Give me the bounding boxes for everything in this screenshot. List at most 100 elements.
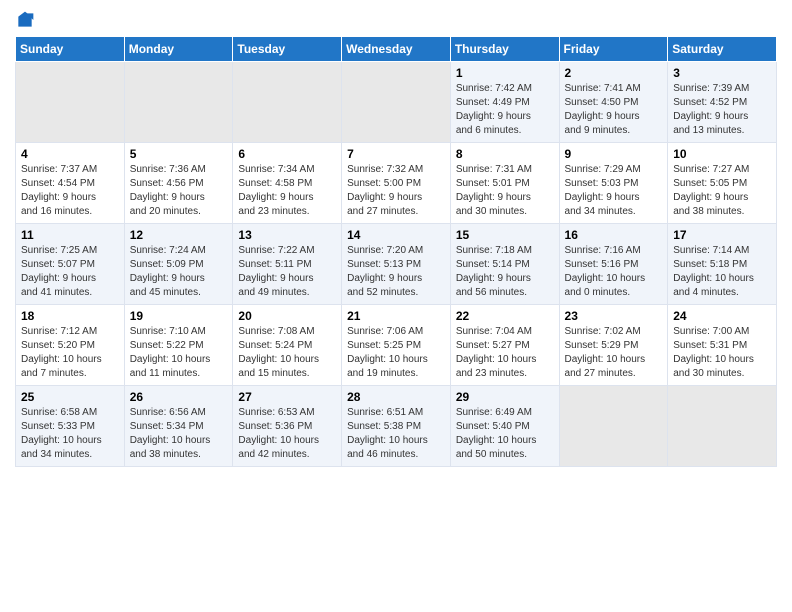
header-day-wednesday: Wednesday [342,37,451,62]
day-number: 23 [565,309,663,323]
day-number: 9 [565,147,663,161]
calendar-cell: 14 Sunrise: 7:20 AM Sunset: 5:13 PM Dayli… [342,224,451,305]
calendar-cell: 5 Sunrise: 7:36 AM Sunset: 4:56 PM Daylig… [124,143,233,224]
calendar-week-row: 4 Sunrise: 7:37 AM Sunset: 4:54 PM Daylig… [16,143,777,224]
day-number: 3 [673,66,771,80]
day-info: Sunrise: 7:32 AM Sunset: 5:00 PM Dayligh… [347,163,445,219]
day-info: Sunrise: 7:36 AM Sunset: 4:56 PM Dayligh… [130,163,228,219]
calendar-cell [233,62,342,143]
calendar-cell: 27Sunrise: 6:53 AM Sunset: 5:36 PM Dayli… [233,386,342,467]
day-info: Sunrise: 7:31 AM Sunset: 5:01 PM Dayligh… [456,163,554,219]
day-info: Sunrise: 6:58 AM Sunset: 5:33 PM Dayligh… [21,406,119,462]
day-info: Sunrise: 7:37 AM Sunset: 4:54 PM Dayligh… [21,163,119,219]
day-number: 16 [565,228,663,242]
calendar-cell: 13Sunrise: 7:22 AM Sunset: 5:11 PM Dayli… [233,224,342,305]
calendar-cell: 28Sunrise: 6:51 AM Sunset: 5:38 PM Dayli… [342,386,451,467]
calendar-cell: 12 Sunrise: 7:24 AM Sunset: 5:09 PM Dayli… [124,224,233,305]
day-info: Sunrise: 7:20 AM Sunset: 5:13 PM Dayligh… [347,244,445,300]
calendar-cell [668,386,777,467]
day-number: 25 [21,390,119,404]
calendar-cell: 23 Sunrise: 7:02 AM Sunset: 5:29 PM Dayli… [559,305,668,386]
day-info: Sunrise: 7:00 AM Sunset: 5:31 PM Dayligh… [673,325,771,381]
calendar-cell: 11 Sunrise: 7:25 AM Sunset: 5:07 PM Dayli… [16,224,125,305]
logo-icon [15,10,35,30]
calendar-cell: 3 Sunrise: 7:39 AM Sunset: 4:52 PM Daylig… [668,62,777,143]
calendar-week-row: 1 Sunrise: 7:42 AM Sunset: 4:49 PM Daylig… [16,62,777,143]
day-number: 6 [238,147,336,161]
calendar-cell: 10 Sunrise: 7:27 AM Sunset: 5:05 PM Dayli… [668,143,777,224]
calendar-cell: 8Sunrise: 7:31 AM Sunset: 5:01 PM Daylig… [450,143,559,224]
day-number: 18 [21,309,119,323]
day-number: 15 [456,228,554,242]
day-number: 2 [565,66,663,80]
calendar-cell [16,62,125,143]
calendar-cell: 4 Sunrise: 7:37 AM Sunset: 4:54 PM Daylig… [16,143,125,224]
day-info: Sunrise: 6:56 AM Sunset: 5:34 PM Dayligh… [130,406,228,462]
calendar-cell: 17 Sunrise: 7:14 AM Sunset: 5:18 PM Dayli… [668,224,777,305]
day-info: Sunrise: 7:29 AM Sunset: 5:03 PM Dayligh… [565,163,663,219]
logo [15,10,39,30]
calendar-cell: 18 Sunrise: 7:12 AM Sunset: 5:20 PM Dayli… [16,305,125,386]
calendar-cell: 6 Sunrise: 7:34 AM Sunset: 4:58 PM Daylig… [233,143,342,224]
header-day-sunday: Sunday [16,37,125,62]
day-info: Sunrise: 7:27 AM Sunset: 5:05 PM Dayligh… [673,163,771,219]
day-info: Sunrise: 7:25 AM Sunset: 5:07 PM Dayligh… [21,244,119,300]
day-number: 24 [673,309,771,323]
day-info: Sunrise: 6:49 AM Sunset: 5:40 PM Dayligh… [456,406,554,462]
calendar-table: SundayMondayTuesdayWednesdayThursdayFrid… [15,36,777,467]
calendar-week-row: 25 Sunrise: 6:58 AM Sunset: 5:33 PM Dayli… [16,386,777,467]
calendar-cell: 2 Sunrise: 7:41 AM Sunset: 4:50 PM Daylig… [559,62,668,143]
day-info: Sunrise: 7:24 AM Sunset: 5:09 PM Dayligh… [130,244,228,300]
day-info: Sunrise: 7:41 AM Sunset: 4:50 PM Dayligh… [565,82,663,138]
day-number: 11 [21,228,119,242]
calendar-cell: 24 Sunrise: 7:00 AM Sunset: 5:31 PM Dayli… [668,305,777,386]
calendar-cell: 20Sunrise: 7:08 AM Sunset: 5:24 PM Dayli… [233,305,342,386]
calendar-cell: 29 Sunrise: 6:49 AM Sunset: 5:40 PM Dayli… [450,386,559,467]
day-info: Sunrise: 7:02 AM Sunset: 5:29 PM Dayligh… [565,325,663,381]
calendar-cell: 22 Sunrise: 7:04 AM Sunset: 5:27 PM Dayli… [450,305,559,386]
calendar-week-row: 11 Sunrise: 7:25 AM Sunset: 5:07 PM Dayli… [16,224,777,305]
calendar-cell: 19 Sunrise: 7:10 AM Sunset: 5:22 PM Dayli… [124,305,233,386]
day-number: 22 [456,309,554,323]
day-number: 12 [130,228,228,242]
day-number: 28 [347,390,445,404]
calendar-cell [342,62,451,143]
day-info: Sunrise: 7:39 AM Sunset: 4:52 PM Dayligh… [673,82,771,138]
day-number: 29 [456,390,554,404]
header-day-tuesday: Tuesday [233,37,342,62]
calendar-cell: 25 Sunrise: 6:58 AM Sunset: 5:33 PM Dayli… [16,386,125,467]
day-number: 19 [130,309,228,323]
day-info: Sunrise: 7:18 AM Sunset: 5:14 PM Dayligh… [456,244,554,300]
calendar-cell [124,62,233,143]
day-info: Sunrise: 7:14 AM Sunset: 5:18 PM Dayligh… [673,244,771,300]
day-number: 17 [673,228,771,242]
header-day-monday: Monday [124,37,233,62]
day-info: Sunrise: 7:10 AM Sunset: 5:22 PM Dayligh… [130,325,228,381]
calendar-cell: 1 Sunrise: 7:42 AM Sunset: 4:49 PM Daylig… [450,62,559,143]
header-day-friday: Friday [559,37,668,62]
header-day-thursday: Thursday [450,37,559,62]
day-number: 27 [238,390,336,404]
calendar-week-row: 18 Sunrise: 7:12 AM Sunset: 5:20 PM Dayli… [16,305,777,386]
calendar-header-row: SundayMondayTuesdayWednesdayThursdayFrid… [16,37,777,62]
day-info: Sunrise: 7:12 AM Sunset: 5:20 PM Dayligh… [21,325,119,381]
day-number: 4 [21,147,119,161]
day-number: 1 [456,66,554,80]
day-info: Sunrise: 7:42 AM Sunset: 4:49 PM Dayligh… [456,82,554,138]
calendar-cell: 7 Sunrise: 7:32 AM Sunset: 5:00 PM Daylig… [342,143,451,224]
day-number: 21 [347,309,445,323]
calendar-cell: 15 Sunrise: 7:18 AM Sunset: 5:14 PM Dayli… [450,224,559,305]
day-number: 5 [130,147,228,161]
day-info: Sunrise: 7:34 AM Sunset: 4:58 PM Dayligh… [238,163,336,219]
calendar-cell: 26 Sunrise: 6:56 AM Sunset: 5:34 PM Dayli… [124,386,233,467]
calendar-cell: 9 Sunrise: 7:29 AM Sunset: 5:03 PM Daylig… [559,143,668,224]
day-info: Sunrise: 7:22 AM Sunset: 5:11 PM Dayligh… [238,244,336,300]
day-number: 7 [347,147,445,161]
day-number: 14 [347,228,445,242]
day-number: 10 [673,147,771,161]
day-number: 26 [130,390,228,404]
day-info: Sunrise: 7:04 AM Sunset: 5:27 PM Dayligh… [456,325,554,381]
header [15,10,777,30]
header-day-saturday: Saturday [668,37,777,62]
day-info: Sunrise: 7:06 AM Sunset: 5:25 PM Dayligh… [347,325,445,381]
